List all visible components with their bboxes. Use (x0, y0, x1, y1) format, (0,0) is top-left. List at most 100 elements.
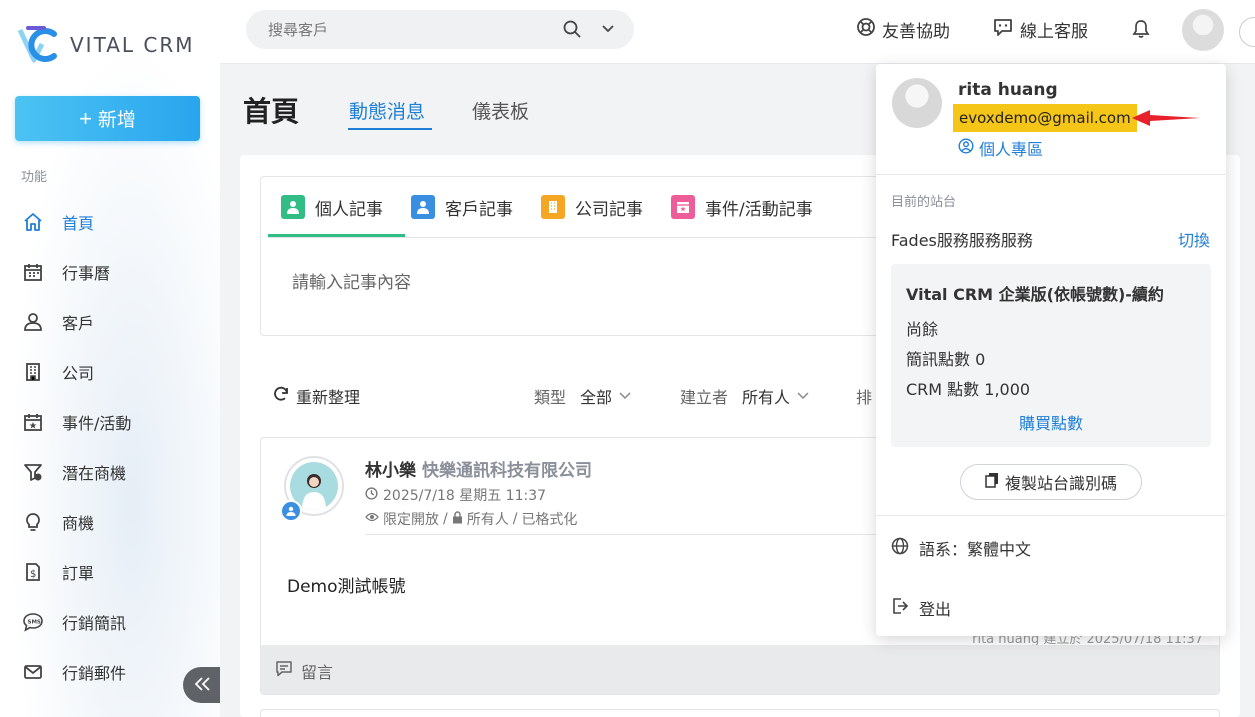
search-box[interactable] (246, 10, 634, 49)
profile-link[interactable]: 個人專區 (958, 136, 1043, 160)
sidebar-item-order[interactable]: $ 訂單 (0, 547, 220, 597)
user-menu-avatar (892, 78, 942, 128)
sidebar-item-label: 事件/活動 (62, 414, 132, 433)
feed-post (260, 709, 1220, 717)
comment-button[interactable]: 留言 (261, 645, 1219, 694)
tab-personal-note[interactable]: 個人記事 (281, 190, 383, 224)
profile-label: 個人專區 (979, 140, 1044, 159)
new-button-label: 新增 (97, 110, 136, 131)
tab-event-note[interactable]: 事件/活動記事 (671, 190, 813, 224)
copy-site-id-label: 複製站台識別碼 (1004, 474, 1117, 493)
sidebar-item-opportunity[interactable]: 商機 (0, 497, 220, 547)
sidebar-item-label: 潛在商機 (62, 464, 127, 483)
double-chevron-left-icon (193, 673, 213, 697)
post-body: Demo測試帳號 (287, 577, 406, 597)
tab-dashboard[interactable]: 儀表板 (472, 97, 529, 124)
brand-logo[interactable]: VITAL CRM (16, 24, 195, 66)
new-button[interactable]: + 新增 (15, 96, 200, 141)
sidebar-item-label: 行銷簡訊 (62, 614, 127, 633)
sidebar-item-label: 商機 (62, 514, 95, 533)
section-label: 功能 (21, 170, 48, 185)
chevron-down-icon (618, 387, 632, 406)
creator-filter[interactable]: 建立者 所有人 (680, 384, 810, 408)
sidebar-item-label: 訂單 (62, 564, 95, 583)
event-icon (22, 411, 44, 433)
logout-label: 登出 (919, 600, 952, 619)
sidebar-item-company[interactable]: 公司 (0, 347, 220, 397)
note-content-input[interactable]: 請輸入記事內容 (292, 268, 411, 293)
sidebar-nav: 首頁 行事曆 客戶 公司 事件/活動 潛在商機 商機 $ 訂單 SMS 行銷簡訊… (0, 197, 220, 697)
search-input[interactable] (268, 20, 548, 39)
format-text: 已格式化 (521, 512, 578, 528)
sort-filter[interactable]: 排 (856, 384, 872, 408)
tab-customer-note[interactable]: 客戶記事 (411, 190, 513, 224)
clock-icon (365, 486, 378, 504)
type-filter[interactable]: 類型 全部 (534, 384, 632, 408)
note-tab-label: 客戶記事 (445, 199, 513, 220)
author-name[interactable]: 林小樂 (365, 461, 416, 481)
user-menu-dropdown: rita huang evoxdemo@gmail.com 個人專區 目前的站台… (876, 64, 1226, 636)
event-badge-icon (671, 195, 695, 219)
support-link[interactable]: 線上客服 (992, 17, 1088, 42)
funnel-icon (22, 461, 44, 483)
sort-filter-label: 排 (856, 388, 873, 407)
switch-site-link[interactable]: 切換 (1178, 227, 1210, 251)
sidebar-item-event[interactable]: 事件/活動 (0, 397, 220, 447)
separator: / (443, 511, 448, 527)
note-type-tabs: 個人記事 客戶記事 公司記事 事件/活動記事 (268, 190, 841, 224)
lock-icon (452, 510, 463, 528)
order-icon: $ (22, 561, 44, 583)
type-filter-value: 全部 (580, 388, 613, 407)
copy-icon (985, 472, 999, 492)
plan-name: Vital CRM 企業版(依帳號數)-續約 (906, 285, 1164, 304)
eye-icon (365, 511, 379, 527)
active-tab-indicator (348, 128, 432, 130)
logout-icon (891, 597, 909, 619)
collapse-sidebar-button[interactable] (183, 667, 220, 703)
copy-site-id-button[interactable]: 複製站台識別碼 (960, 464, 1142, 500)
globe-icon (891, 537, 909, 559)
sms-icon: SMS (22, 611, 44, 633)
user-avatar[interactable] (1182, 9, 1224, 51)
author-company[interactable]: 快樂通訊科技有限公司 (422, 461, 592, 481)
tab-company-note[interactable]: 公司記事 (541, 190, 643, 224)
post-visibility: 限定開放 / 所有人 / 已格式化 (365, 509, 577, 529)
red-arrow-annotation-icon (1130, 106, 1202, 134)
sidebar-item-calendar[interactable]: 行事曆 (0, 247, 220, 297)
sidebar-item-label: 公司 (62, 364, 95, 383)
chevron-down-icon[interactable] (600, 21, 616, 41)
refresh-icon (272, 385, 290, 407)
logout-button[interactable]: 登出 (891, 596, 951, 620)
mail-icon (22, 661, 44, 683)
remaining-label: 尚餘 (906, 320, 939, 339)
divider (876, 515, 1226, 516)
note-tab-label: 個人記事 (315, 199, 383, 220)
plan-card: Vital CRM 企業版(依帳號數)-續約 尚餘 簡訊點數 0 CRM 點數 … (891, 264, 1211, 447)
sidebar-item-label: 客戶 (62, 314, 95, 333)
language-label: 語系：繁體中文 (919, 540, 1032, 559)
lifebuoy-icon (856, 17, 876, 42)
brand-name: VITAL CRM (70, 33, 195, 57)
note-tab-label: 事件/活動記事 (705, 199, 813, 220)
sidebar: VITAL CRM + 新增 功能 首頁 行事曆 客戶 公司 事件/活動 潛在商… (0, 0, 220, 717)
bell-icon[interactable] (1130, 18, 1152, 44)
sidebar-item-home[interactable]: 首頁 (0, 197, 220, 247)
help-link[interactable]: 友善協助 (856, 17, 950, 42)
refresh-button[interactable]: 重新整理 (272, 384, 360, 408)
search-icon[interactable] (562, 19, 582, 43)
support-label: 線上客服 (1020, 22, 1088, 42)
svg-text:SMS: SMS (28, 620, 41, 626)
home-icon (22, 211, 44, 233)
language-selector[interactable]: 語系：繁體中文 (891, 536, 1031, 560)
person-icon (281, 195, 305, 219)
post-author[interactable]: 林小樂 快樂通訊科技有限公司 (365, 456, 592, 481)
tab-news-feed[interactable]: 動態消息 (349, 97, 425, 124)
buy-points-link[interactable]: 購買點數 (891, 410, 1211, 434)
sidebar-item-customer[interactable]: 客戶 (0, 297, 220, 347)
expand-button[interactable] (1239, 17, 1255, 47)
site-section-label: 目前的站台 (891, 195, 957, 210)
sidebar-item-sms[interactable]: SMS 行銷簡訊 (0, 597, 220, 647)
type-filter-label: 類型 (534, 388, 567, 407)
user-circle-icon (958, 138, 974, 158)
sidebar-item-leads[interactable]: 潛在商機 (0, 447, 220, 497)
